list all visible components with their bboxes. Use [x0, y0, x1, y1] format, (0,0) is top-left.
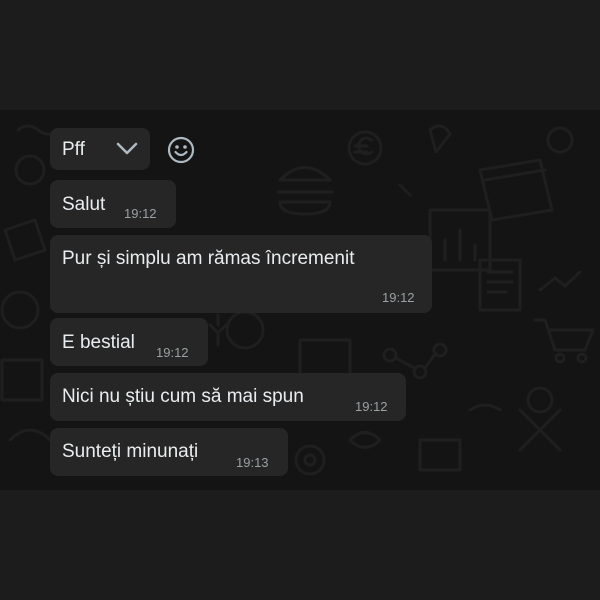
message-bubble[interactable]: Salut 19:12 [50, 180, 176, 228]
message-timestamp: 19:12 [156, 345, 189, 360]
message-timestamp: 19:12 [124, 206, 157, 221]
message-bubble[interactable]: Nici nu știu cum să mai spun 19:12 [50, 373, 406, 421]
message-menu-button[interactable] [104, 128, 150, 170]
message-text: Nici nu știu cum să mai spun [62, 386, 304, 407]
message-timestamp: 19:13 [236, 455, 269, 470]
message-bubble[interactable]: Pur și simplu am rămas încremenit 19:12 [50, 235, 432, 313]
message-text: Pff [62, 139, 85, 160]
message-timestamp: 19:12 [355, 399, 388, 414]
emoji-icon [167, 136, 195, 164]
message-bubble[interactable]: E bestial 19:12 [50, 318, 208, 366]
chevron-down-icon [116, 142, 138, 155]
screen: Pff Salut 19:12 Pur și simplu am rămas î… [0, 0, 600, 600]
react-button[interactable] [166, 135, 196, 165]
message-text: Sunteți minunați [62, 441, 199, 462]
message-text: Salut [62, 194, 106, 215]
message-text: E bestial [62, 332, 135, 353]
message-bubble[interactable]: Pff [50, 128, 106, 170]
message-bubble[interactable]: Sunteți minunați 19:13 [50, 428, 288, 476]
message-text: Pur și simplu am rămas încremenit [62, 248, 355, 269]
message-timestamp: 19:12 [382, 290, 415, 305]
